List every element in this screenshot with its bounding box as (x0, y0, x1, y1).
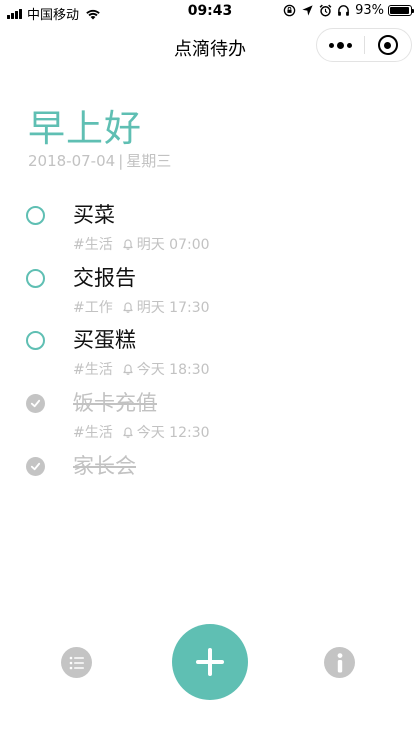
battery-icon (388, 5, 414, 16)
task-title: 交报告 (73, 266, 136, 290)
task-title: 买菜 (73, 203, 115, 227)
more-icon (327, 41, 353, 49)
bottom-toolbar (0, 620, 420, 705)
date-separator: | (118, 152, 124, 170)
task-title: 家长会 (73, 454, 136, 478)
info-button[interactable] (324, 647, 355, 678)
task-checkbox[interactable] (26, 269, 45, 288)
task-checkbox[interactable] (26, 206, 45, 225)
list-icon (69, 656, 84, 669)
capsule-menu (316, 28, 412, 62)
bell-icon (123, 239, 133, 250)
task-checkbox-checked[interactable] (26, 457, 45, 476)
status-bar: 中国移动 09:43 93% (0, 0, 420, 24)
task-checkbox-checked[interactable] (26, 394, 45, 413)
battery-percent: 93% (355, 3, 384, 18)
task-title: 饭卡充值 (73, 391, 157, 415)
location-icon (302, 5, 313, 16)
task-tag: #工作 (73, 300, 113, 316)
task-tag: #生活 (73, 425, 113, 441)
navigation-bar: 点滴待办 (0, 24, 420, 68)
task-reminder: 明天 17:30 (136, 300, 210, 316)
checkmark-icon (30, 399, 41, 408)
greeting-heading: 早上好 (28, 107, 142, 150)
current-date: 2018-07-04 (28, 152, 116, 170)
task-tag: #生活 (73, 237, 113, 253)
date-line: 2018-07-04 | 星期三 (28, 150, 171, 171)
status-right: 93% (278, 3, 414, 18)
task-title: 买蛋糕 (73, 328, 136, 352)
list-button[interactable] (61, 647, 92, 678)
task-meta: #生活 今天 18:30 (73, 359, 210, 379)
alarm-icon (319, 4, 332, 17)
add-task-button[interactable] (172, 624, 248, 700)
headphones-icon (338, 5, 349, 16)
task-checkbox[interactable] (26, 331, 45, 350)
task-reminder: 今天 18:30 (136, 362, 210, 378)
task-item-completed[interactable]: 家长会 (0, 448, 420, 511)
more-button[interactable] (317, 29, 364, 61)
task-meta: #工作 明天 17:30 (73, 297, 210, 317)
info-icon (337, 652, 342, 672)
rotation-lock-icon (283, 4, 296, 17)
task-item[interactable]: 买蛋糕 #生活 今天 18:30 (0, 322, 420, 385)
task-meta: #生活 明天 07:00 (73, 234, 210, 254)
bell-icon (123, 427, 133, 438)
battery-fill (390, 7, 409, 14)
close-mini-program-button[interactable] (364, 29, 411, 61)
task-item[interactable]: 交报告 #工作 明天 17:30 (0, 260, 420, 323)
bell-icon (123, 364, 133, 375)
checkmark-icon (30, 462, 41, 471)
task-tag: #生活 (73, 362, 113, 378)
bell-icon (123, 302, 133, 313)
close-mini-program-icon (377, 35, 398, 55)
task-reminder: 明天 07:00 (136, 237, 210, 253)
task-item[interactable]: 买菜 #生活 明天 07:00 (0, 197, 420, 260)
current-weekday: 星期三 (126, 152, 172, 170)
task-item-completed[interactable]: 饭卡充值 #生活 今天 12:30 (0, 385, 420, 448)
plus-icon (196, 648, 224, 676)
task-reminder: 今天 12:30 (136, 425, 210, 441)
task-meta: #生活 今天 12:30 (73, 422, 210, 442)
